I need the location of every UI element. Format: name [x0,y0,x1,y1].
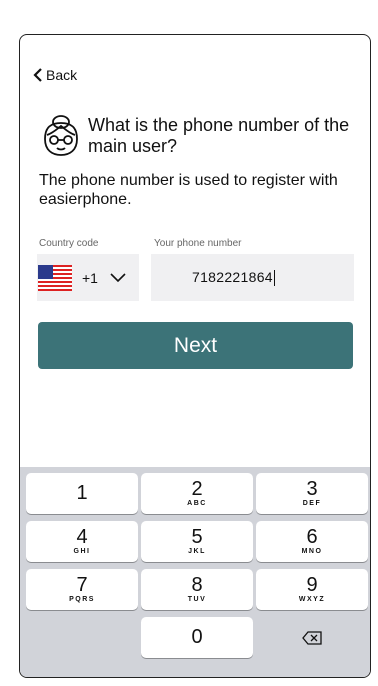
back-button[interactable]: Back [33,67,77,83]
key-number: 0 [191,626,203,648]
country-code-value: +1 [82,269,98,286]
phone-number-label: Your phone number [154,238,242,249]
next-button[interactable]: Next [38,322,353,369]
phone-number-text: 7182221864 [192,268,273,285]
back-label: Back [46,67,78,83]
grandma-icon [44,115,78,156]
key-9[interactable]: 9 WXYZ [256,569,368,610]
country-code-label: Country code [39,238,99,249]
phone-number-value: 7182221864 [192,268,275,287]
key-letters: GHI [73,548,91,555]
key-number: 9 [306,574,318,596]
key-number: 6 [306,526,318,548]
key-letters: TUV [187,596,207,603]
key-number: 3 [306,478,318,500]
us-flag-icon [38,264,72,291]
page-title: What is the phone number of the main use… [88,115,350,156]
key-8[interactable]: 8 TUV [141,569,253,610]
key-5[interactable]: 5 JKL [141,521,253,562]
key-letters: WXYZ [298,596,326,603]
chevron-down-icon [110,272,126,282]
key-letters: JKL [188,548,206,555]
key-number: 1 [76,482,88,504]
key-number: 8 [191,574,203,596]
key-6[interactable]: 6 MNO [256,521,368,562]
key-number: 5 [191,526,203,548]
key-letters: PQRS [69,596,95,603]
key-4[interactable]: 4 GHI [26,521,138,562]
key-letters: ABC [187,500,207,507]
phone-number-input[interactable]: 7182221864 [151,254,354,301]
key-3[interactable]: 3 DEF [256,473,368,514]
page-subtitle: The phone number is used to register wit… [39,172,338,208]
backspace-icon [302,630,322,645]
chevron-left-icon [33,68,42,82]
key-number: 4 [76,526,88,548]
text-cursor [273,270,275,287]
key-letters: DEF [302,500,322,507]
backspace-button[interactable] [256,617,368,658]
key-number: 2 [191,478,203,500]
key-2[interactable]: 2 ABC [141,473,253,514]
key-0[interactable]: 0 [141,617,253,658]
key-7[interactable]: 7 PQRS [26,569,138,610]
key-number: 7 [76,574,88,596]
country-code-select[interactable]: +1 [37,254,139,301]
title-row [39,113,83,157]
key-letters: MNO [301,548,323,555]
phone-frame: Back What is the phone number of the mai… [19,34,371,678]
numeric-keypad: 1 2 ABC 3 DEF 4 GHI 5 JKL 6 MNO 7 PQRS 8 [20,467,370,677]
key-1[interactable]: 1 [26,473,138,514]
